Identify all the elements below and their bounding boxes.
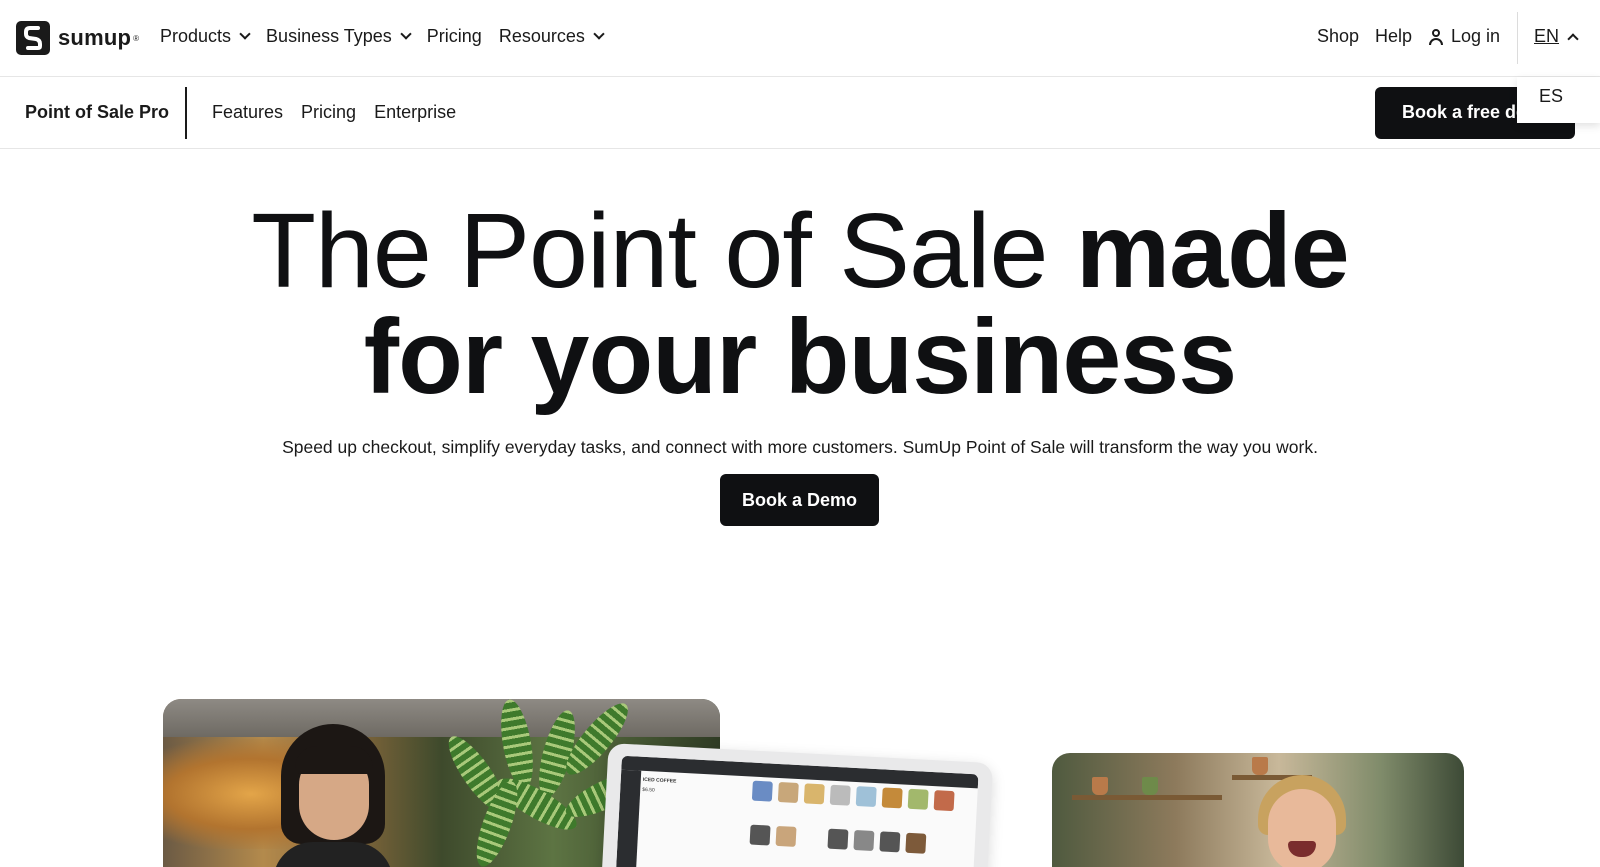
nav-resources-label: Resources bbox=[498, 26, 585, 46]
top-navigation: sumup ® Products Business Types Pricing R… bbox=[0, 0, 1600, 77]
subnav-links: Features Pricing Enterprise bbox=[212, 102, 474, 123]
pos-order-summary: ICED COFFEE $6.50 bbox=[642, 777, 676, 795]
wall-shelf bbox=[1072, 795, 1222, 800]
nav-shop-label: Shop bbox=[1317, 26, 1360, 46]
nav-products[interactable]: Products bbox=[160, 26, 251, 47]
nav-business-types-label: Business Types bbox=[266, 26, 392, 46]
language-divider bbox=[1517, 12, 1518, 64]
nav-resources[interactable]: Resources bbox=[498, 26, 605, 47]
pos-tablet-screen: ICED COFFEE $6.50 bbox=[615, 755, 979, 867]
sumup-logo-icon bbox=[16, 21, 50, 55]
nav-business-types[interactable]: Business Types bbox=[266, 26, 412, 47]
nav-pricing-label: Pricing bbox=[426, 26, 482, 46]
subnav-divider bbox=[185, 87, 187, 139]
hero-title-bold-1: made bbox=[1075, 192, 1350, 310]
language-current: EN bbox=[1534, 26, 1560, 46]
nav-pricing[interactable]: Pricing bbox=[427, 26, 482, 47]
laughing-woman bbox=[1252, 775, 1352, 867]
main-nav: Products Business Types Pricing Resource… bbox=[160, 26, 620, 47]
sumup-wordmark: sumup bbox=[58, 25, 132, 50]
nav-help[interactable]: Help bbox=[1375, 26, 1412, 47]
language-dropdown: ES bbox=[1517, 77, 1600, 123]
hero-photo-laughing-woman bbox=[1052, 753, 1464, 867]
chevron-down-icon bbox=[400, 28, 412, 40]
user-icon bbox=[1429, 28, 1443, 45]
subnav-pricing[interactable]: Pricing bbox=[301, 102, 356, 123]
pos-tablet: ICED COFFEE $6.50 bbox=[601, 743, 994, 867]
hero-title-bold-2: for your business bbox=[363, 298, 1237, 416]
language-selector[interactable]: EN bbox=[1534, 26, 1579, 47]
chevron-up-icon bbox=[1567, 33, 1579, 45]
login-link[interactable]: Log in bbox=[1429, 26, 1500, 47]
nav-products-label: Products bbox=[160, 26, 232, 46]
nav-shop[interactable]: Shop bbox=[1317, 26, 1359, 47]
product-subnav: Point of Sale Pro Features Pricing Enter… bbox=[0, 77, 1600, 149]
chevron-down-icon bbox=[239, 28, 251, 40]
chevron-down-icon bbox=[593, 28, 605, 40]
login-label: Log in bbox=[1451, 26, 1501, 46]
pos-order-title: ICED COFFEE bbox=[642, 776, 677, 785]
subnav-enterprise[interactable]: Enterprise bbox=[374, 102, 456, 123]
sumup-logo[interactable]: sumup ® bbox=[16, 21, 139, 55]
subnav-features[interactable]: Features bbox=[212, 102, 283, 123]
hero-subtitle: Speed up checkout, simplify everyday tas… bbox=[282, 437, 1318, 457]
hero-title: The Point of Sale made for your business bbox=[0, 198, 1600, 410]
language-option-es[interactable]: ES bbox=[1539, 86, 1563, 107]
hero-title-light: The Point of Sale bbox=[251, 192, 1076, 310]
registered-mark: ® bbox=[133, 33, 140, 43]
nav-help-label: Help bbox=[1375, 26, 1413, 46]
subnav-title[interactable]: Point of Sale Pro bbox=[25, 102, 169, 123]
book-demo-button[interactable]: Book a Demo bbox=[720, 474, 879, 526]
smiling-woman bbox=[273, 724, 393, 867]
pos-order-price: $6.50 bbox=[642, 786, 655, 794]
